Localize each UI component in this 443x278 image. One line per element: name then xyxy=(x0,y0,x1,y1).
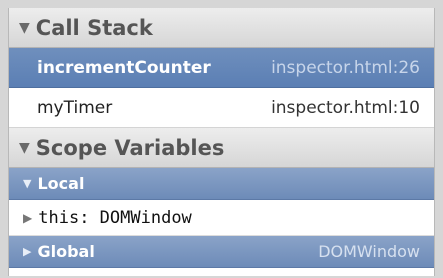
frame-location: inspector.html:26 xyxy=(271,57,420,78)
call-stack-frame[interactable]: myTimer inspector.html:10 xyxy=(9,88,434,128)
disclosure-triangle-right-icon[interactable]: ▶ xyxy=(23,211,32,225)
scope-local[interactable]: ▼ Local xyxy=(9,168,434,200)
scope-global-value: DOMWindow xyxy=(318,242,420,261)
property-separator: : xyxy=(79,207,100,228)
disclosure-triangle-down-icon[interactable]: ▼ xyxy=(19,20,30,36)
scope-global[interactable]: ▶ Global DOMWindow xyxy=(9,236,434,268)
disclosure-triangle-down-icon[interactable]: ▼ xyxy=(19,140,30,156)
scope-property[interactable]: ▶ this : DOMWindow xyxy=(9,200,434,236)
frame-function-name: myTimer xyxy=(37,97,113,118)
property-value: DOMWindow xyxy=(99,207,192,228)
disclosure-triangle-down-icon[interactable]: ▼ xyxy=(23,177,31,190)
call-stack-title: Call Stack xyxy=(35,15,153,40)
call-stack-frame[interactable]: incrementCounter inspector.html:26 xyxy=(9,48,434,88)
call-stack-header[interactable]: ▼ Call Stack xyxy=(9,8,434,48)
scope-global-label: Global xyxy=(37,242,95,261)
frame-function-name: incrementCounter xyxy=(37,57,211,78)
frame-location: inspector.html:10 xyxy=(271,97,420,118)
scope-variables-title: Scope Variables xyxy=(35,135,225,160)
property-name: this xyxy=(38,207,80,228)
scope-local-label: Local xyxy=(37,174,85,193)
scope-variables-header[interactable]: ▼ Scope Variables xyxy=(9,128,434,168)
disclosure-triangle-right-icon[interactable]: ▶ xyxy=(23,245,31,258)
debugger-sidebar: ▼ Call Stack incrementCounter inspector.… xyxy=(8,8,435,276)
